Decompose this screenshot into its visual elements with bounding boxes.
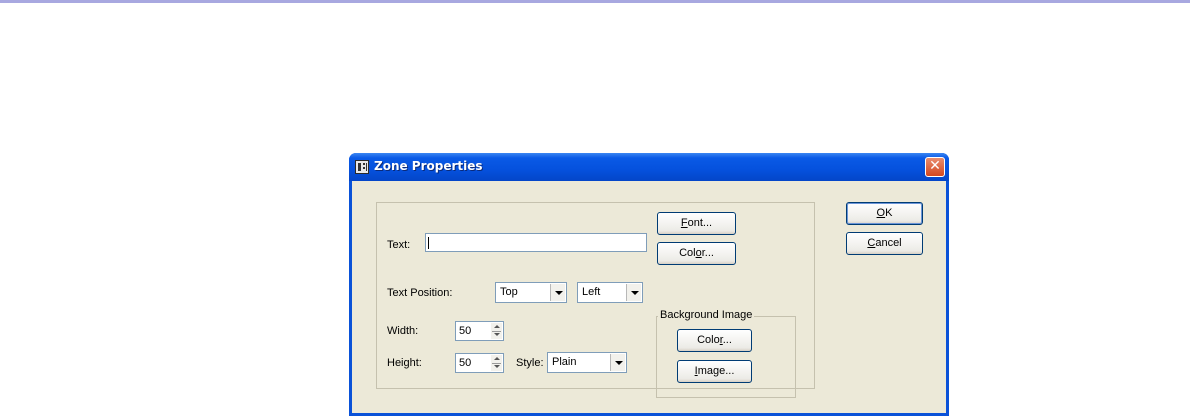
text-color-button[interactable]: Color... — [657, 242, 736, 265]
zone-properties-icon — [355, 160, 369, 174]
close-icon[interactable]: ✕ — [925, 157, 945, 177]
text-caret — [428, 237, 429, 249]
ok-button-label: K — [885, 207, 893, 219]
width-spin-icon[interactable] — [491, 323, 502, 339]
cancel-button-label: ancel — [875, 237, 902, 249]
chevron-down-icon[interactable] — [610, 354, 625, 371]
horizontal-position-value: Left — [582, 286, 601, 298]
height-stepper[interactable]: 50 — [455, 353, 504, 373]
font-button-label: ont... — [687, 217, 713, 229]
width-label: Width: — [387, 325, 419, 337]
width-value: 50 — [459, 325, 472, 337]
dialog-client-area: Text: Font... Color... Text Position: To… — [352, 181, 946, 413]
style-value: Plain — [552, 356, 577, 368]
width-stepper[interactable]: 50 — [455, 321, 504, 341]
height-label: Height: — [387, 357, 422, 369]
text-position-label: Text Position: — [387, 287, 453, 299]
background-color-button[interactable]: Color... — [677, 329, 752, 352]
height-value: 50 — [459, 357, 472, 369]
top-divider — [0, 0, 1190, 3]
image-button-label: mage... — [697, 365, 735, 377]
ok-button[interactable]: OK — [846, 202, 923, 225]
dialog-title: Zone Properties — [374, 159, 483, 173]
text-input[interactable] — [425, 233, 647, 252]
style-label: Style: — [516, 357, 544, 369]
zone-properties-dialog: Zone Properties ✕ Text: Font... Color...… — [349, 153, 949, 416]
font-button[interactable]: Font... — [657, 212, 736, 235]
background-color-label-post: ... — [722, 334, 732, 346]
ok-mnemonic: O — [876, 207, 886, 219]
text-label: Text: — [387, 239, 411, 251]
chevron-down-icon[interactable] — [626, 284, 641, 301]
style-select[interactable]: Plain — [547, 352, 627, 373]
font-mnemonic: F — [680, 217, 688, 229]
text-color-label-post: r... — [701, 247, 714, 259]
cancel-button[interactable]: Cancel — [846, 232, 923, 255]
horizontal-position-select[interactable]: Left — [577, 282, 643, 303]
text-color-label-pre: Col — [679, 247, 696, 259]
background-image-legend: Background Image — [658, 309, 755, 321]
background-image-button[interactable]: Image... — [677, 360, 752, 383]
title-bar[interactable]: Zone Properties ✕ — [349, 153, 949, 181]
vertical-position-select[interactable]: Top — [495, 282, 567, 303]
height-spin-icon[interactable] — [491, 355, 502, 371]
background-color-label-pre: Colo — [697, 334, 720, 346]
vertical-position-value: Top — [500, 286, 518, 298]
chevron-down-icon[interactable] — [550, 284, 565, 301]
